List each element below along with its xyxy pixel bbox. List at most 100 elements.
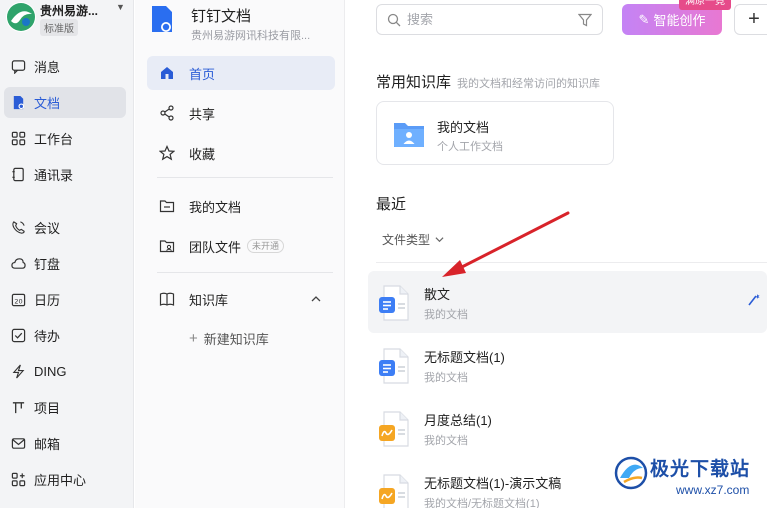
share-icon (159, 105, 175, 121)
personal-folder-icon (394, 123, 424, 147)
doc-path: 我的文档/无标题文档(1) (424, 498, 540, 508)
doc-name: 无标题文档(1)-演示文稿 (424, 476, 562, 491)
kb-card-desc: 个人工作文档 (437, 141, 503, 153)
ai-edit-icon[interactable] (747, 293, 761, 307)
kb-card-name: 我的文档 (437, 120, 490, 135)
plan-badge: 标准版 (40, 19, 78, 36)
nav-label: 项目 (34, 401, 61, 416)
mail-icon (10, 436, 26, 452)
nav-item-calendar[interactable]: 20 日历 (4, 284, 126, 315)
ai-create-label: 智能创作 (653, 13, 706, 28)
nav-label: 工作台 (34, 132, 74, 147)
new-kb-label: 新建知识库 (203, 332, 269, 347)
docs-app-title: 钉钉文档 (191, 8, 252, 25)
caret-down-icon[interactable]: ▼ (116, 2, 125, 12)
meeting-icon (10, 220, 26, 236)
kb-card-my-docs[interactable]: 我的文档 个人工作文档 (376, 101, 614, 165)
divider (157, 177, 333, 178)
watermark: 极光下载站 www.xz7.com (610, 450, 767, 508)
ai-tip-badge: 满原一竟 (679, 0, 731, 10)
menu-favorites[interactable]: 收藏 (147, 136, 335, 170)
org-name: 贵州易游... (40, 4, 99, 18)
kb-section-title-text: 常用知识库 (376, 74, 452, 91)
global-nav: 贵州易游... ▼ 标准版 消息 文档 工作台 通讯录 会议 钉盘 20 日历 … (0, 0, 134, 508)
nav-label: 消息 (34, 60, 61, 75)
kb-section-hint: 我的文档和经常访问的知识库 (457, 78, 601, 90)
note-file-icon (379, 411, 409, 447)
new-knowledge-base-button[interactable]: + 新建知识库 (189, 329, 269, 348)
nav-label: 文档 (34, 96, 61, 111)
contacts-icon (10, 167, 26, 183)
nav-label: 邮箱 (34, 437, 61, 452)
nav-label: 钉盘 (34, 257, 61, 272)
search-icon (387, 13, 401, 26)
doc-path: 我的文档 (424, 435, 468, 447)
note-file-icon (379, 474, 409, 508)
nav-label: 应用中心 (34, 473, 87, 488)
magic-wand-icon: ✎ (638, 11, 650, 27)
nav-item-meeting[interactable]: 会议 (4, 212, 126, 243)
docs-app-header: 钉钉文档 贵州易游网讯科技有限... (149, 4, 339, 44)
doc-name: 月度总结(1) (424, 413, 492, 428)
watermark-url: www.xz7.com (676, 483, 750, 497)
doc-file-icon (379, 348, 409, 384)
doc-name: 无标题文档(1) (424, 350, 505, 365)
new-doc-button[interactable]: + (734, 4, 767, 35)
plus-icon: + (189, 330, 198, 347)
folder-icon (159, 198, 175, 214)
nav-label: DING (34, 364, 67, 379)
menu-label: 首页 (189, 66, 216, 82)
nav-item-mail[interactable]: 邮箱 (4, 428, 126, 459)
doc-file-icon (379, 285, 409, 321)
star-icon (159, 145, 175, 161)
menu-label: 知识库 (189, 292, 229, 308)
org-logo (6, 2, 36, 32)
chevron-up-icon[interactable] (311, 294, 321, 304)
nav-item-documents[interactable]: 文档 (4, 87, 126, 118)
nav-item-messages[interactable]: 消息 (4, 51, 126, 82)
nav-label: 会议 (34, 221, 61, 236)
nav-item-contacts[interactable]: 通讯录 (4, 159, 126, 190)
home-icon (159, 65, 175, 81)
docs-app-org: 贵州易游网讯科技有限... (191, 30, 311, 42)
message-icon (10, 59, 26, 75)
nav-label: 通讯录 (34, 168, 74, 183)
menu-label: 收藏 (189, 146, 216, 162)
calendar-icon: 20 (10, 292, 26, 308)
recent-doc-row[interactable]: 无标题文档(1) 我的文档 (368, 334, 767, 396)
cloud-disk-icon (10, 256, 26, 272)
menu-share[interactable]: 共享 (147, 96, 335, 130)
menu-label: 共享 (189, 106, 216, 122)
doc-path: 我的文档 (424, 309, 468, 321)
menu-my-docs[interactable]: 我的文档 (147, 189, 335, 223)
docs-sidebar: 钉钉文档 贵州易游网讯科技有限... 首页 共享 收藏 我的文档 团队文件 未开… (135, 0, 345, 508)
nav-item-workbench[interactable]: 工作台 (4, 123, 126, 154)
nav-label: 日历 (34, 293, 61, 308)
menu-home[interactable]: 首页 (147, 56, 335, 90)
nav-item-ding[interactable]: DING (4, 356, 126, 387)
ding-icon (10, 364, 26, 380)
nav-item-project[interactable]: 项目 (4, 392, 126, 423)
recent-title: 最近 (376, 196, 407, 213)
menu-team-files[interactable]: 团队文件 未开通 (147, 229, 335, 263)
watermark-name: 极光下载站 (650, 459, 751, 480)
nav-item-todo[interactable]: 待办 (4, 320, 126, 351)
menu-label: 团队文件 (189, 239, 242, 255)
menu-knowledge-base[interactable]: 知识库 (147, 282, 335, 316)
search-box[interactable] (376, 4, 603, 35)
doc-path: 我的文档 (424, 372, 468, 384)
app-center-icon (10, 472, 26, 488)
file-type-label: 文件类型 (382, 233, 431, 247)
search-input[interactable] (407, 12, 567, 27)
dingtalk-docs-icon (152, 6, 172, 32)
filter-icon[interactable] (578, 13, 592, 27)
divider (157, 272, 333, 273)
nav-item-app-center[interactable]: 应用中心 (4, 464, 126, 495)
menu-label: 我的文档 (189, 199, 242, 215)
org-switcher[interactable]: 贵州易游... ▼ 标准版 (4, 0, 132, 44)
annotation-arrow (442, 211, 570, 277)
kb-section-title: 常用知识库 我的文档和经常访问的知识库 (376, 71, 600, 92)
book-icon (159, 291, 175, 307)
nav-label: 待办 (34, 329, 61, 344)
nav-item-cloud-disk[interactable]: 钉盘 (4, 248, 126, 279)
